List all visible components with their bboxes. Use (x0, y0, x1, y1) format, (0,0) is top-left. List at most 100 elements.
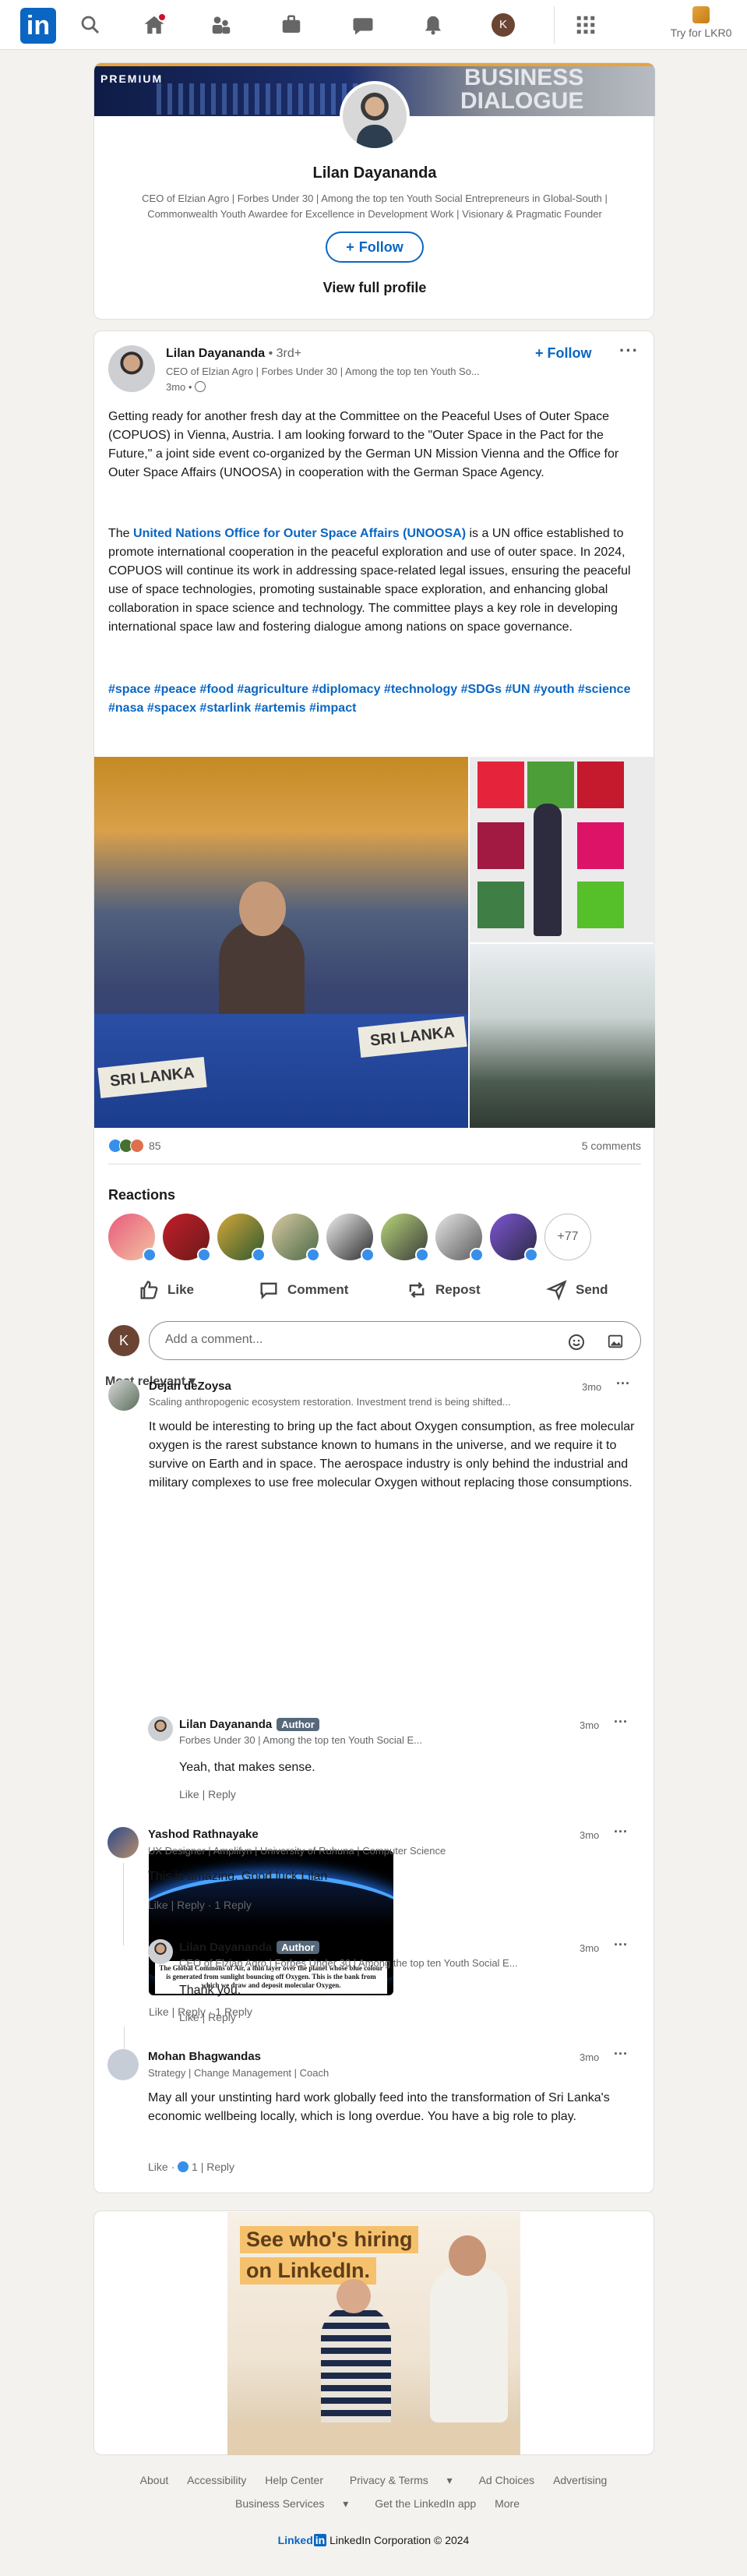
comment-more-options-icon[interactable]: ··· (616, 1376, 630, 1392)
like-badge-icon (197, 1248, 211, 1262)
footer-accessibility-link[interactable]: Accessibility (187, 2474, 246, 2486)
commenter-avatar[interactable] (107, 2049, 139, 2080)
ad-floor (227, 2422, 520, 2455)
commenter-avatar[interactable] (108, 1380, 139, 1411)
comment-reply-button[interactable]: Reply (177, 1899, 205, 1911)
reply-author-avatar[interactable] (148, 1716, 173, 1741)
footer-linkedin-logo: Linked in (278, 2534, 327, 2546)
comments-count[interactable]: 5 comments (582, 1140, 641, 1152)
comment-reply-button[interactable]: Reply (206, 2161, 234, 2173)
sdg-tile (577, 761, 624, 808)
author-badge: Author (277, 1718, 319, 1731)
try-premium-link[interactable]: Try for LKR0 (661, 6, 742, 39)
comment-time: 3mo (580, 1829, 600, 1841)
reply-reply-button[interactable]: Reply (208, 2011, 236, 2023)
jobs-icon[interactable] (276, 11, 307, 39)
reply-author-name[interactable]: Lilan Dayananda Author (179, 1941, 319, 1954)
view-full-profile-link[interactable]: View full profile (94, 280, 655, 296)
commenter-avatar[interactable] (107, 1827, 139, 1858)
reply-like-button[interactable]: Like (179, 2011, 199, 2023)
premium-icon (692, 6, 710, 23)
reply-reply-button[interactable]: Reply (208, 1788, 236, 1800)
reply-author-avatar[interactable] (148, 1939, 173, 1964)
footer-ad-choices-link[interactable]: Ad Choices (479, 2474, 535, 2486)
reactor-avatar[interactable] (108, 1214, 157, 1262)
ad-headline-1: See who's hiring (240, 2226, 419, 2253)
post-author-avatar[interactable] (108, 345, 155, 392)
messaging-icon[interactable] (347, 11, 379, 39)
home-icon[interactable] (139, 11, 170, 39)
post-image-main[interactable]: SRI LANKA SRI LANKA (94, 757, 468, 1128)
reactor-avatar[interactable] (381, 1214, 429, 1262)
grid-apps-icon[interactable] (570, 11, 601, 39)
banner-text-line-2: DIALOGUE (460, 88, 584, 114)
reactor-avatar[interactable] (326, 1214, 375, 1262)
search-icon[interactable] (75, 11, 106, 39)
me-menu[interactable]: K (488, 11, 519, 39)
post-image-lobby[interactable] (470, 944, 655, 1128)
reply-author-name[interactable]: Lilan Dayananda Author (179, 1718, 319, 1731)
post-more-options-icon[interactable]: ··· (619, 341, 639, 361)
footer-logo-word: Linked (277, 2534, 313, 2546)
hiring-ad[interactable]: See who's hiring on LinkedIn. (227, 2212, 520, 2455)
unoosa-link[interactable]: United Nations Office for Outer Space Af… (133, 527, 466, 540)
profile-name[interactable]: Lilan Dayananda (94, 164, 655, 182)
send-button[interactable]: Send (546, 1271, 608, 1309)
image-icon[interactable] (606, 1333, 625, 1350)
repost-icon (409, 1281, 425, 1299)
reply-more-options-icon[interactable]: ··· (614, 1714, 628, 1730)
thumbs-up-icon (140, 1281, 158, 1299)
comment-more-options-icon[interactable]: ··· (614, 1824, 628, 1840)
reactor-avatar[interactable] (163, 1214, 211, 1262)
like-badge-icon (178, 2161, 189, 2172)
footer-privacy-link[interactable]: Privacy & Terms ▾ (342, 2474, 460, 2486)
repost-button[interactable]: Repost (406, 1271, 481, 1309)
commenter-name[interactable]: Dejan deZoysa (149, 1380, 231, 1393)
reactor-avatar[interactable] (490, 1214, 538, 1262)
my-network-icon[interactable] (206, 11, 237, 39)
post-author-name[interactable]: Lilan Dayananda • 3rd+ (166, 347, 301, 361)
comment-more-options-icon[interactable]: ··· (614, 2046, 628, 2062)
comment-like-button[interactable]: Like (148, 1899, 168, 1911)
reactor-avatar[interactable] (217, 1214, 266, 1262)
profile-avatar[interactable] (340, 81, 410, 151)
reply-like-button[interactable]: Like (179, 1788, 199, 1800)
like-button[interactable]: Like (138, 1271, 194, 1309)
footer-links-row-2: Business Services ▾ Get the LinkedIn app… (0, 2497, 747, 2511)
linkedin-logo[interactable]: in (20, 8, 56, 44)
commenter-headline: Strategy | Change Management | Coach (148, 2067, 329, 2079)
reply-author-headline: CEO of Elzian Agro | Forbes Under 30 | A… (179, 1957, 518, 1969)
emoji-icon[interactable] (567, 1333, 586, 1350)
commenter-name[interactable]: Mohan Bhagwandas (148, 2050, 261, 2063)
comment-button[interactable]: Comment (258, 1271, 348, 1309)
footer-advertising-link[interactable]: Advertising (553, 2474, 607, 2486)
more-reactors-button[interactable]: +77 (544, 1214, 591, 1260)
reply-more-options-icon[interactable]: ··· (614, 1937, 628, 1953)
comment-input[interactable]: Add a comment... (149, 1321, 641, 1360)
footer-more-link[interactable]: More (495, 2497, 520, 2510)
reactor-avatar[interactable] (435, 1214, 484, 1262)
footer-app-link[interactable]: Get the LinkedIn app (375, 2497, 476, 2510)
profile-headline: CEO of Elzian Agro | Forbes Under 30 | A… (142, 193, 608, 220)
banner-text-line-1: BUSINESS (463, 65, 584, 90)
footer-business-link[interactable]: Business Services ▾ (227, 2497, 356, 2510)
post-follow-button[interactable]: + Follow (535, 345, 592, 362)
comment-replies-link[interactable]: 1 Reply (214, 1899, 251, 1911)
commenter-name[interactable]: Yashod Rathnayake (148, 1828, 259, 1841)
like-button-label: Like (167, 1282, 195, 1297)
post-paragraph-2-pre: The (108, 527, 134, 540)
comment-like-button[interactable]: Like (149, 2005, 169, 2018)
comment-text: It would be interesting to bring up the … (149, 1420, 635, 1489)
post-hashtags[interactable]: #space #peace #food #agriculture #diplom… (108, 680, 641, 718)
reply-actions: Like | Reply (179, 2011, 236, 2023)
post-image-sdg[interactable] (470, 757, 655, 942)
reactor-avatar[interactable] (272, 1214, 320, 1262)
footer-about-link[interactable]: About (140, 2474, 169, 2486)
footer-help-link[interactable]: Help Center (265, 2474, 323, 2486)
notifications-icon[interactable] (418, 11, 449, 39)
comment-like-button[interactable]: Like (148, 2161, 168, 2173)
reaction-count[interactable]: 85 (149, 1140, 161, 1152)
plus-icon: + (535, 345, 548, 361)
follow-button[interactable]: + Follow (326, 231, 424, 263)
sdg-tile (527, 761, 574, 808)
